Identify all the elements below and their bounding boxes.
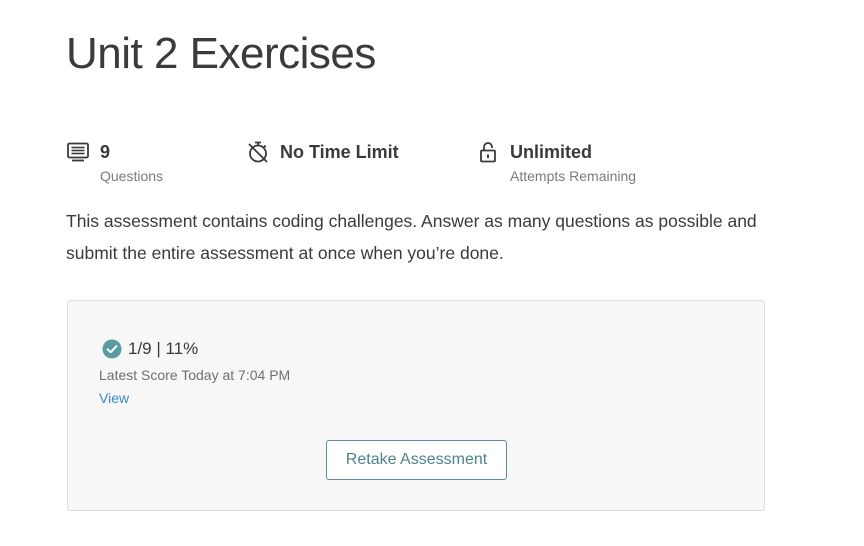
- unlock-icon: [480, 142, 496, 163]
- view-link[interactable]: View: [99, 389, 129, 407]
- latest-score-card: 1/9 | 11% Latest Score Today at 7:04 PM …: [67, 300, 765, 511]
- questions-count: 9: [100, 142, 111, 162]
- check-circle-icon: [102, 339, 122, 359]
- questions-caption: Questions: [100, 168, 164, 184]
- retake-assessment-button[interactable]: Retake Assessment: [326, 440, 507, 480]
- assessment-description: This assessment contains coding challeng…: [66, 211, 757, 263]
- attempts-caption: Attempts Remaining: [510, 168, 637, 184]
- page-title: Unit 2 Exercises: [66, 29, 376, 78]
- stopwatch-off-icon: [248, 141, 268, 163]
- list-icon: [67, 142, 89, 162]
- score-value: 1/9 | 11%: [128, 339, 199, 358]
- time-limit-value: No Time Limit: [280, 142, 399, 162]
- attempts-value: Unlimited: [510, 142, 593, 162]
- latest-score-label: Latest Score Today at 7:04 PM: [99, 367, 291, 383]
- assessment-page: Unit 2 Exercises 9 Questions No Time Lim…: [0, 0, 864, 546]
